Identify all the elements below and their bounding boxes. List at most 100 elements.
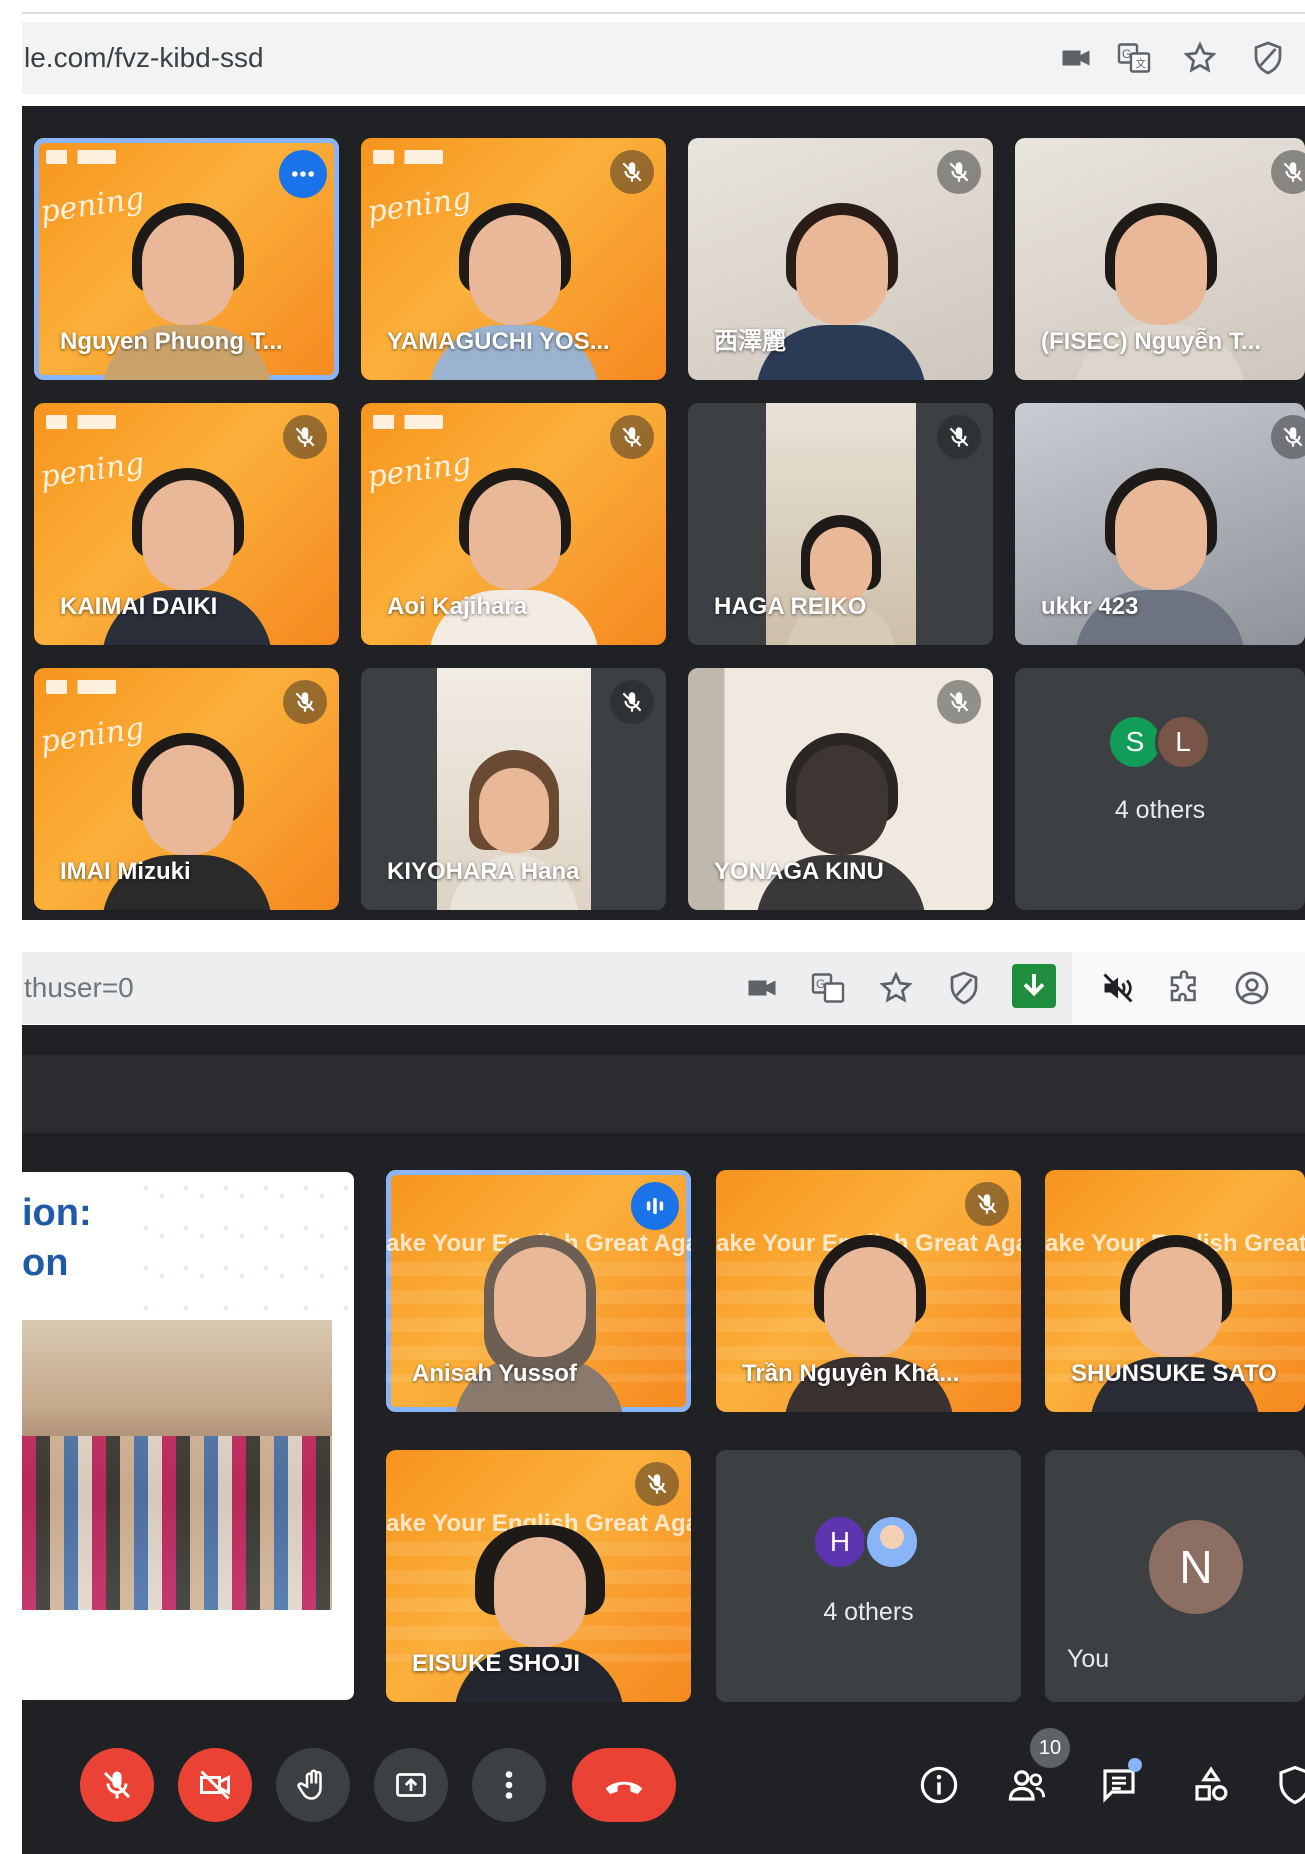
participant-name: IMAI Mizuki [60, 858, 191, 885]
participant-tile[interactable]: KIYOHARA Hana [361, 668, 666, 910]
participant-tile[interactable]: pening IMAI Mizuki [34, 668, 339, 910]
window-divider [22, 12, 1305, 14]
sponsor-logos [373, 150, 443, 164]
meet-banner-strip [22, 1055, 1305, 1133]
unread-chat-dot [1128, 1758, 1142, 1772]
screenshot: le.com/fvz-kibd-ssd G文 pening Nguyen Phu… [0, 0, 1305, 1854]
meeting-info-button[interactable] [914, 1760, 964, 1810]
svg-text:G: G [816, 977, 825, 991]
extensions-icon[interactable] [1164, 968, 1204, 1008]
participants-count-badge: 10 [1030, 1728, 1070, 1768]
speaking-indicator-icon [631, 1182, 679, 1230]
translate-icon[interactable]: G文 [1114, 38, 1154, 78]
sponsor-logos [46, 415, 116, 429]
mic-off-icon [937, 680, 981, 724]
address-bar[interactable]: le.com/fvz-kibd-ssd G文 [22, 22, 1305, 94]
info-icon [920, 1766, 958, 1804]
download-icon[interactable] [1012, 964, 1056, 1008]
participant-tile[interactable]: ake Your English Great Aga EISUKE SHOJI [386, 1450, 691, 1702]
mic-off-icon [635, 1462, 679, 1506]
svg-text:G: G [1122, 47, 1131, 61]
participant-name: 西澤麗 [714, 328, 786, 355]
participants-button[interactable] [1002, 1760, 1052, 1810]
sponsor-logos [46, 680, 116, 694]
sponsor-logos [46, 150, 116, 164]
participant-tile[interactable]: pening Aoi Kajihara [361, 403, 666, 645]
participant-name: YONAGA KINU [714, 858, 884, 885]
translate-icon[interactable]: G [808, 968, 848, 1008]
svg-text:文: 文 [1136, 57, 1147, 70]
crowd-figures [22, 1436, 332, 1610]
shield-icon[interactable] [944, 968, 984, 1008]
profile-icon[interactable] [1232, 968, 1272, 1008]
present-icon [396, 1773, 426, 1797]
meet-header [22, 1025, 1305, 1055]
address-bar[interactable]: thuser=0 G [22, 952, 1305, 1024]
mic-off-icon [283, 680, 327, 724]
mic-toggle-button[interactable] [80, 1748, 154, 1822]
more-vert-icon [505, 1771, 513, 1799]
participant-tile[interactable]: HAGA REIKO [688, 403, 993, 645]
participant-name: YAMAGUCHI YOS... [387, 328, 610, 355]
self-label: You [1067, 1645, 1110, 1673]
participant-name: SHUNSUKE SATO [1071, 1360, 1277, 1387]
avatar-photo [864, 1514, 920, 1570]
slide-title-line1: ion: [22, 1192, 92, 1234]
self-tile[interactable]: N You [1045, 1450, 1305, 1702]
slide-group-photo [22, 1320, 332, 1610]
end-call-button[interactable] [572, 1748, 676, 1822]
others-tile[interactable]: S L 4 others [1015, 668, 1305, 910]
star-icon[interactable] [876, 968, 916, 1008]
raise-hand-button[interactable] [276, 1748, 350, 1822]
participant-name: HAGA REIKO [714, 593, 867, 620]
slide-title-line2: on [22, 1242, 69, 1284]
participant-tile[interactable]: ake Your English Great Aga Trần Nguyên K… [716, 1170, 1021, 1412]
camera-icon[interactable] [1056, 38, 1096, 78]
present-screen-button[interactable] [374, 1748, 448, 1822]
mic-off-icon [283, 415, 327, 459]
others-label: 4 others [1114, 796, 1206, 824]
participant-tile[interactable]: pening YAMAGUCHI YOS... [361, 138, 666, 380]
avatar: H [812, 1514, 868, 1570]
mic-off-icon [1271, 415, 1305, 459]
avatar: N [1149, 1520, 1243, 1614]
participant-name: EISUKE SHOJI [412, 1650, 581, 1677]
participant-tile[interactable]: ukkr 423 [1015, 403, 1305, 645]
participant-tile[interactable]: ake Your English Great Aga Anisah Yussof [386, 1170, 691, 1412]
participant-tile[interactable]: 西澤麗 [688, 138, 993, 380]
participant-tile[interactable]: YONAGA KINU [688, 668, 993, 910]
mic-off-icon [937, 150, 981, 194]
participant-tile[interactable]: pening Nguyen Phuong T... [34, 138, 339, 380]
activities-button[interactable] [1186, 1760, 1236, 1810]
participant-name: Trần Nguyên Khá... [742, 1360, 960, 1387]
participant-name: (FISEC) Nguyễn T... [1041, 328, 1262, 355]
mic-off-icon [103, 1771, 131, 1799]
more-options-button[interactable] [472, 1748, 546, 1822]
others-tile[interactable]: H 4 others [716, 1450, 1021, 1702]
mic-off-icon [610, 680, 654, 724]
participant-name: Anisah Yussof [412, 1360, 577, 1387]
host-controls-button[interactable] [1274, 1760, 1305, 1810]
more-options-button[interactable] [279, 150, 327, 198]
participant-tile[interactable]: (FISEC) Nguyễn T... [1015, 138, 1305, 380]
participant-tile[interactable]: ake Your English Great Aga SHUNSUKE SATO [1045, 1170, 1305, 1412]
participant-tile[interactable]: pening KAIMAI DAIKI [34, 403, 339, 645]
others-label: 4 others [823, 1598, 914, 1626]
mic-off-icon [1271, 150, 1305, 194]
url-text[interactable]: le.com/fvz-kibd-ssd [24, 42, 264, 74]
camera-icon[interactable] [742, 968, 782, 1008]
activities-icon [1195, 1766, 1228, 1801]
mic-off-icon [610, 415, 654, 459]
camera-toggle-button[interactable] [178, 1748, 252, 1822]
shield-icon[interactable] [1248, 38, 1288, 78]
meet-grid-top: pening Nguyen Phuong T... pening YAMAGUC… [22, 106, 1305, 920]
presentation-slide[interactable]: ion: on [22, 1172, 354, 1700]
star-icon[interactable] [1180, 38, 1220, 78]
people-icon [1008, 1770, 1046, 1801]
camera-off-icon [200, 1770, 230, 1800]
participant-name: KIYOHARA Hana [387, 858, 580, 885]
mic-off-icon [610, 150, 654, 194]
speaker-muted-icon[interactable] [1098, 968, 1138, 1008]
url-text[interactable]: thuser=0 [24, 972, 134, 1004]
hand-icon [297, 1769, 322, 1800]
